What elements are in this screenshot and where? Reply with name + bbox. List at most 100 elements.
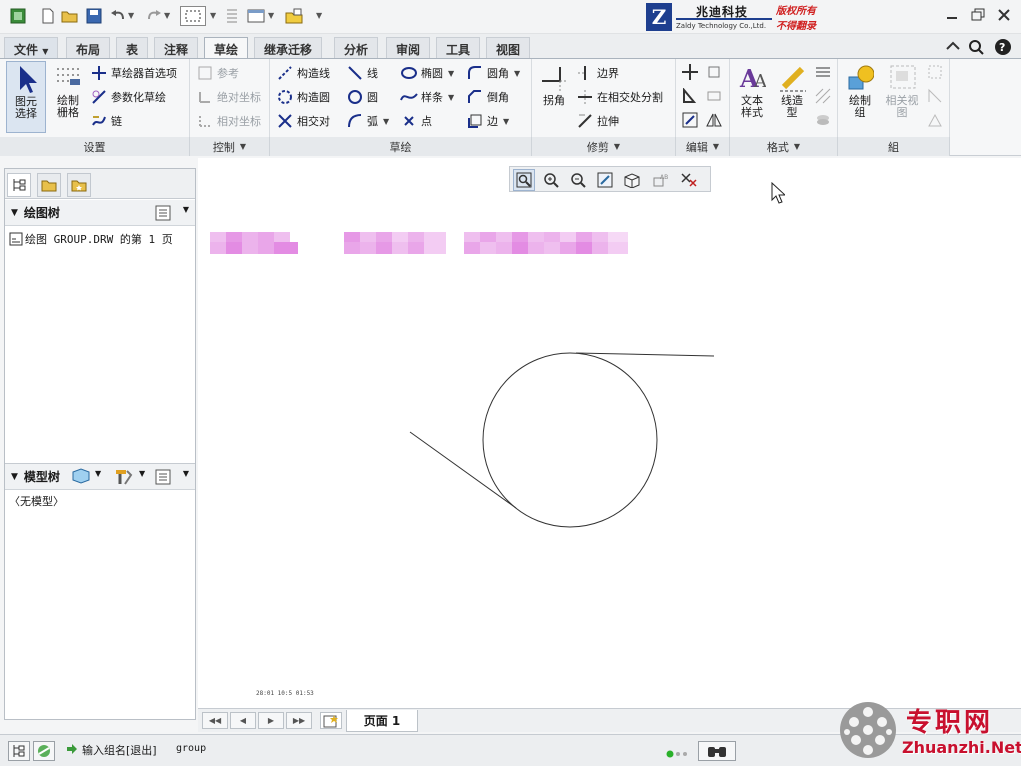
tree-tab-icon[interactable] — [7, 173, 31, 197]
sketch-prefs-button[interactable]: 草绘器首选项 — [90, 63, 177, 83]
open-icon[interactable] — [60, 6, 80, 26]
rotate-icon[interactable] — [681, 87, 699, 105]
redo-dropdown-icon[interactable]: ▼ — [164, 11, 170, 20]
param-sketch-button[interactable]: 参数化草绘 — [90, 87, 166, 107]
tab-file[interactable]: 文件 ▼ — [4, 37, 59, 58]
favorites-icon[interactable] — [67, 173, 91, 197]
repaint-icon[interactable] — [594, 169, 616, 191]
folder-browser-icon[interactable] — [37, 173, 61, 197]
select-button[interactable]: 图元 选择 — [6, 61, 46, 133]
chamfer-button[interactable]: 倒角 — [466, 87, 509, 107]
control-group-label[interactable]: 控制 ▼ — [190, 137, 270, 156]
select-dropdown-icon[interactable]: ▼ — [210, 11, 216, 20]
annotation-display-icon[interactable]: AB — [650, 169, 672, 191]
save-icon[interactable] — [84, 6, 104, 26]
edit-group-label[interactable]: 编辑 ▼ — [676, 137, 730, 156]
stretch-button[interactable]: 拉伸 — [576, 111, 619, 131]
browser-toggle-icon[interactable] — [33, 741, 55, 761]
intersection-button[interactable]: 相交对 — [276, 111, 330, 131]
minimize-icon[interactable] — [944, 8, 960, 22]
edge-button[interactable]: 边 ▼ — [466, 111, 509, 131]
close-window-icon[interactable] — [284, 6, 304, 26]
construction-line-button[interactable]: 构造线 — [276, 63, 330, 83]
text-style-button[interactable]: AA 文本 样式 — [732, 61, 772, 119]
zoom-in-icon[interactable] — [540, 169, 562, 191]
drawing-tree-header[interactable]: ▼ 绘图树 ▼ — [5, 200, 195, 226]
view-align-icon[interactable] — [926, 87, 944, 105]
close-icon[interactable] — [996, 8, 1012, 22]
tab-sketch[interactable]: 草绘 — [204, 37, 249, 59]
crop-icon[interactable] — [705, 63, 723, 81]
tree-settings-dropdown-icon[interactable]: ▼ — [183, 205, 189, 214]
prev-page-icon[interactable]: ◀ — [230, 712, 256, 729]
model-settings-dropdown-icon[interactable]: ▼ — [139, 469, 145, 478]
construction-circle-button[interactable]: 构造圆 — [276, 87, 330, 107]
model-display-dropdown-icon[interactable]: ▼ — [95, 469, 101, 478]
select-box-icon[interactable] — [180, 6, 206, 26]
model-tree-settings-dropdown-icon[interactable]: ▼ — [183, 469, 189, 478]
tab-review[interactable]: 审阅 — [386, 37, 431, 58]
customize-icon[interactable]: ▼ — [316, 11, 322, 20]
tab-view[interactable]: 视图 — [486, 37, 531, 58]
line-style-button[interactable]: 线造 型 — [772, 61, 812, 119]
format-group-label[interactable]: 格式 ▼ — [730, 137, 838, 156]
first-page-icon[interactable]: ◀◀ — [202, 712, 228, 729]
line-button[interactable]: 线 — [346, 63, 378, 83]
ellipse-button[interactable]: 椭圆 ▼ — [400, 63, 454, 83]
model-tree-item[interactable]: 〈无模型〉 — [9, 493, 64, 509]
scale-icon[interactable] — [681, 111, 699, 129]
corner-button[interactable]: 拐角 — [534, 61, 574, 107]
trim-group-label[interactable]: 修剪 ▼ — [532, 137, 676, 156]
undo-icon[interactable] — [108, 6, 128, 26]
restore-icon[interactable] — [970, 8, 986, 22]
regenerate-icon[interactable] — [222, 6, 242, 26]
hatch-icon[interactable] — [814, 87, 832, 105]
circle-button[interactable]: 圆 — [346, 87, 378, 107]
navigator-toggle-icon[interactable] — [8, 741, 30, 761]
tab-analysis[interactable]: 分析 — [334, 37, 379, 58]
model-settings-icon[interactable] — [113, 467, 133, 488]
undo-dropdown-icon[interactable]: ▼ — [128, 11, 134, 20]
point-button[interactable]: 点 — [400, 111, 432, 131]
translate-icon[interactable] — [705, 87, 723, 105]
relative-coord-button[interactable]: 相对坐标 — [196, 111, 261, 131]
app-icon[interactable] — [8, 6, 28, 26]
refit-icon[interactable] — [513, 169, 535, 191]
tab-table[interactable]: 表 — [116, 37, 149, 58]
model-tree-settings-icon[interactable] — [155, 469, 171, 488]
layer-icon[interactable] — [814, 111, 832, 129]
chain-button[interactable]: 链 — [90, 111, 122, 131]
windows-icon[interactable] — [246, 6, 266, 26]
page-tab[interactable]: 页面 1 — [346, 710, 418, 732]
windows-dropdown-icon[interactable]: ▼ — [268, 11, 274, 20]
new-icon[interactable] — [38, 6, 58, 26]
new-page-icon[interactable] — [320, 712, 342, 729]
zoom-out-icon[interactable] — [567, 169, 589, 191]
tree-settings-icon[interactable] — [155, 205, 171, 224]
line-weight-icon[interactable] — [814, 63, 832, 81]
display-style-icon[interactable] — [621, 169, 643, 191]
datum-display-icon[interactable] — [678, 169, 700, 191]
view-select-icon[interactable] — [926, 63, 944, 81]
model-display-icon[interactable] — [71, 468, 91, 487]
tab-layout[interactable]: 布局 — [66, 37, 111, 58]
arc-button[interactable]: 弧 ▼ — [346, 111, 389, 131]
fillet-button[interactable]: 圆角 ▼ — [466, 63, 520, 83]
status-input-value[interactable]: group — [176, 743, 206, 754]
last-page-icon[interactable]: ▶▶ — [286, 712, 312, 729]
next-page-icon[interactable]: ▶ — [258, 712, 284, 729]
spline-button[interactable]: 样条 ▼ — [400, 87, 454, 107]
reference-button[interactable]: 参考 — [196, 63, 239, 83]
split-button[interactable]: 在相交处分割 — [576, 87, 663, 107]
mirror-icon[interactable] — [705, 111, 723, 129]
related-view-button[interactable]: 相关视 图 — [882, 61, 922, 119]
redo-icon[interactable] — [144, 6, 164, 26]
tab-legacy-migration[interactable]: 继承迁移 — [254, 37, 323, 58]
draw-group-button[interactable]: 绘制 组 — [840, 61, 880, 119]
tab-tools[interactable]: 工具 — [436, 37, 481, 58]
drawing-tree-item[interactable]: 绘图 GROUP.DRW 的第 1 页 — [9, 231, 173, 249]
view-detail-icon[interactable] — [926, 111, 944, 129]
model-tree-header[interactable]: ▼ 模型树 ▼ ▼ ▼ — [5, 464, 195, 490]
absolute-coord-button[interactable]: 绝对坐标 — [196, 87, 261, 107]
find-icon[interactable] — [698, 741, 736, 761]
